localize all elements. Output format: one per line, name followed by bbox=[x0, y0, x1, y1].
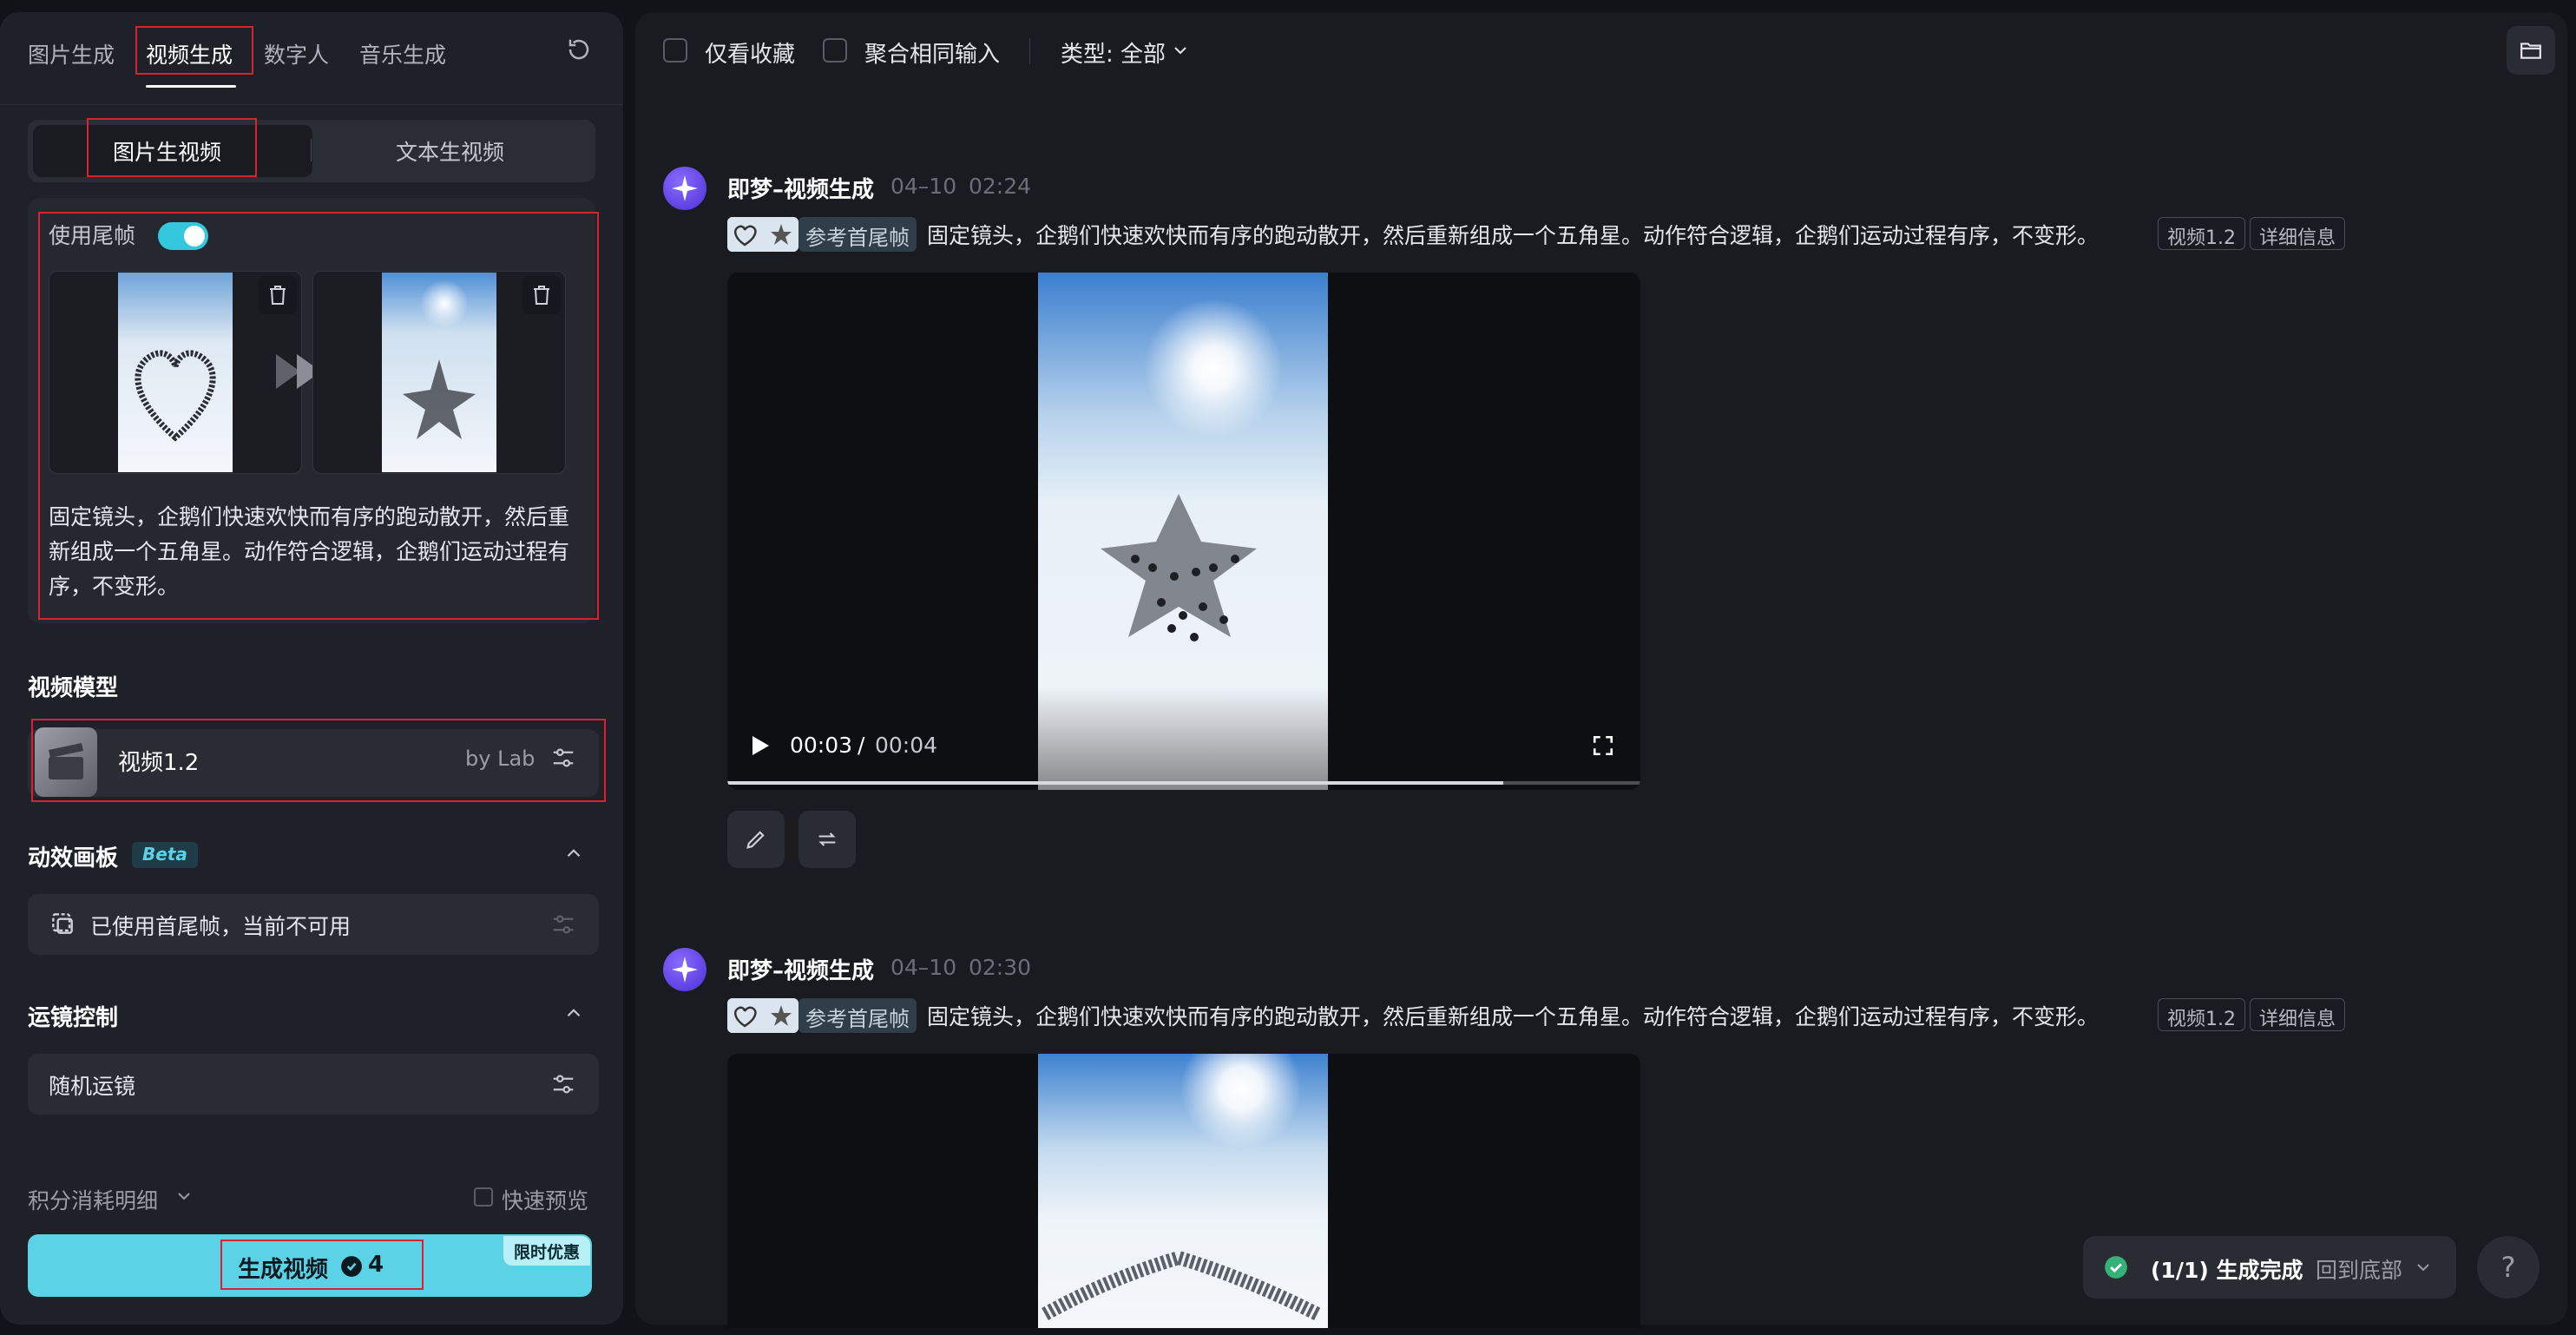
reference-tag: 参考首尾帧 bbox=[798, 998, 917, 1033]
detail-info-pill[interactable]: 详细信息 bbox=[2250, 998, 2346, 1031]
fast-preview-label: 快速预览 bbox=[502, 1188, 589, 1213]
annotation-box bbox=[135, 26, 253, 75]
tab-music-generation[interactable]: 音乐生成 bbox=[359, 38, 446, 69]
avatar bbox=[663, 167, 706, 210]
frames-icon bbox=[49, 910, 76, 941]
time-separator: / bbox=[858, 733, 865, 758]
chevron-down-icon[interactable] bbox=[174, 1186, 194, 1210]
motion-canvas-status: 已使用首尾帧，当前不可用 bbox=[90, 914, 352, 939]
reference-frames-thumbnail[interactable] bbox=[727, 998, 798, 1033]
group-same-input-checkbox[interactable] bbox=[823, 38, 847, 62]
play-icon[interactable] bbox=[750, 734, 771, 760]
camera-control-value: 随机运镜 bbox=[49, 1074, 136, 1099]
toolbar-divider bbox=[1029, 38, 1030, 64]
result-date: 04–10 bbox=[890, 955, 957, 980]
regenerate-button[interactable] bbox=[798, 811, 856, 868]
segment-divider bbox=[311, 139, 312, 161]
video-model-title: 视频模型 bbox=[28, 675, 119, 701]
mode-tab-text-to-video[interactable]: 文本生视频 bbox=[396, 135, 504, 167]
help-button[interactable]: ? bbox=[2477, 1236, 2540, 1299]
header-divider bbox=[0, 104, 623, 105]
active-tab-indicator bbox=[146, 85, 236, 88]
result-time: 02:30 bbox=[969, 955, 1032, 980]
pencil-icon bbox=[746, 831, 765, 849]
credits-detail-link[interactable]: 积分消耗明细 bbox=[28, 1184, 158, 1215]
settings-sliders-icon bbox=[550, 911, 576, 937]
status-text: (1/1) 生成完成 bbox=[2151, 1258, 2303, 1283]
beta-badge: Beta bbox=[132, 842, 198, 868]
type-filter-dropdown[interactable]: 类型: 全部 bbox=[1061, 36, 1166, 69]
result-prompt: 固定镜头，企鹅们快速欢快而有序的跑动散开，然后重新组成一个五角星。动作符合逻辑，… bbox=[927, 1004, 2100, 1029]
video-duration: 00:04 bbox=[875, 733, 938, 758]
favorites-only-checkbox[interactable] bbox=[663, 38, 687, 62]
model-pill[interactable]: 视频1.2 bbox=[2158, 998, 2245, 1031]
video-current-time: 00:03 bbox=[790, 733, 853, 758]
result-author: 即梦–视频生成 bbox=[727, 958, 875, 984]
chevron-down-icon[interactable] bbox=[2413, 1257, 2434, 1281]
annotation-box bbox=[38, 212, 599, 620]
detail-info-pill[interactable]: 详细信息 bbox=[2250, 217, 2346, 250]
chevron-down-icon[interactable] bbox=[1170, 40, 1191, 64]
video-progress-fill bbox=[727, 781, 1504, 785]
fast-preview-checkbox[interactable] bbox=[474, 1187, 493, 1207]
fullscreen-icon[interactable] bbox=[1592, 734, 1614, 760]
video-player[interactable]: 00:03 / 00:04 bbox=[727, 273, 1640, 790]
folder-icon bbox=[2520, 43, 2541, 59]
motion-canvas-title: 动效画板 bbox=[28, 845, 119, 871]
reference-tag: 参考首尾帧 bbox=[798, 217, 917, 252]
settings-sliders-icon[interactable] bbox=[550, 1071, 576, 1097]
reference-frames-thumbnail[interactable] bbox=[727, 217, 798, 252]
result-prompt: 固定镜头，企鹅们快速欢快而有序的跑动散开，然后重新组成一个五角星。动作符合逻辑，… bbox=[927, 223, 2100, 248]
annotation-box bbox=[87, 118, 257, 177]
group-same-input-label: 聚合相同输入 bbox=[864, 42, 1001, 68]
annotation-box bbox=[31, 719, 606, 802]
chevron-up-icon[interactable] bbox=[562, 842, 585, 868]
check-circle-icon bbox=[2104, 1255, 2128, 1283]
video-player[interactable] bbox=[727, 1054, 1640, 1328]
result-author: 即梦–视频生成 bbox=[727, 177, 875, 203]
camera-control-title: 运镜控制 bbox=[28, 1005, 119, 1031]
result-date: 04–10 bbox=[890, 174, 957, 199]
model-pill[interactable]: 视频1.2 bbox=[2158, 217, 2245, 250]
folder-button[interactable] bbox=[2507, 26, 2555, 75]
tab-digital-human[interactable]: 数字人 bbox=[264, 38, 329, 69]
chevron-up-icon[interactable] bbox=[562, 1002, 585, 1028]
promo-badge: 限时优惠 bbox=[503, 1236, 590, 1266]
reset-icon[interactable] bbox=[566, 36, 592, 66]
result-time: 02:24 bbox=[969, 174, 1032, 199]
edit-button[interactable] bbox=[727, 811, 785, 868]
scroll-to-bottom-link[interactable]: 回到底部 bbox=[2316, 1253, 2402, 1285]
avatar bbox=[663, 948, 706, 991]
favorites-only-label: 仅看收藏 bbox=[705, 42, 796, 68]
tab-image-generation[interactable]: 图片生成 bbox=[28, 38, 115, 69]
refresh-icon bbox=[818, 832, 836, 846]
annotation-box bbox=[220, 1240, 424, 1290]
